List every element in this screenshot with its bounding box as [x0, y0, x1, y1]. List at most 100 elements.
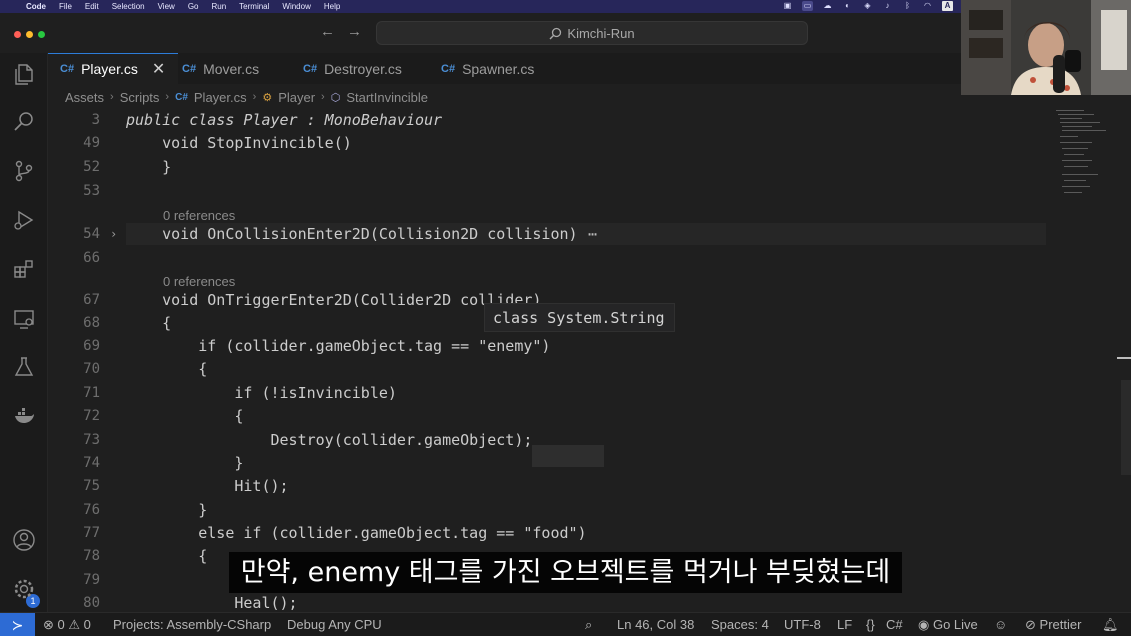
- csharp-file-icon: C#: [441, 62, 456, 75]
- code-text: if (!isInvincible): [126, 384, 397, 402]
- tab-player-cs[interactable]: C# Player.cs ✕: [48, 53, 178, 84]
- location-icon[interactable]: ◈: [862, 1, 873, 11]
- vertical-scrollbar[interactable]: [1121, 380, 1131, 475]
- input-source-indicator[interactable]: A: [942, 1, 953, 11]
- tab-label: Destroyer.cs: [324, 60, 402, 77]
- close-window-button[interactable]: [14, 31, 21, 38]
- codelens-label[interactable]: 0 references: [163, 208, 235, 223]
- explorer-icon[interactable]: [12, 62, 36, 86]
- prettier-button[interactable]: ⊘ Prettier: [1025, 617, 1081, 633]
- code-line[interactable]: 75 Hit();: [48, 475, 1048, 497]
- code-line[interactable]: 70 {: [48, 358, 1048, 380]
- menu-file[interactable]: File: [59, 2, 72, 11]
- forward-arrow-icon[interactable]: →: [347, 23, 362, 40]
- line-number: 79: [83, 572, 100, 588]
- menu-code[interactable]: Code: [26, 2, 46, 11]
- build-config-indicator[interactable]: Debug Any CPU: [287, 617, 382, 632]
- code-line[interactable]: 69 if (collider.gameObject.tag == "enemy…: [48, 335, 1048, 357]
- fold-chevron-icon[interactable]: ›: [110, 227, 117, 241]
- golive-button[interactable]: ◉ Go Live: [918, 617, 978, 633]
- back-arrow-icon[interactable]: ←: [320, 23, 335, 40]
- account-icon[interactable]: [12, 528, 36, 552]
- prettier-label: Prettier: [1039, 617, 1082, 632]
- method-cube-icon: ⬡: [330, 91, 341, 104]
- search-icon[interactable]: [12, 110, 36, 134]
- tab-mover-cs[interactable]: C# Mover.cs: [181, 53, 259, 84]
- chevron-right-icon: ›: [321, 91, 325, 103]
- encoding-indicator[interactable]: UTF-8: [784, 617, 821, 632]
- class-icon: ⚙: [262, 91, 273, 104]
- braces-icon: {}: [866, 617, 875, 632]
- code-line[interactable]: 76 }: [48, 499, 1048, 521]
- project-indicator[interactable]: Projects: Assembly-CSharp: [113, 617, 271, 632]
- code-line[interactable]: 3 public class Player : MonoBehaviour: [48, 109, 1048, 131]
- apple-icon[interactable]: [10, 2, 20, 12]
- code-line[interactable]: 72 {: [48, 405, 1048, 427]
- code-text: Destroy(collider.gameObject);: [126, 431, 533, 449]
- line-number: 53: [83, 183, 100, 199]
- code-line[interactable]: 54 › void OnCollisionEnter2D(Collision2D …: [48, 223, 1048, 245]
- tab-spawner-cs[interactable]: C# Spawner.cs: [441, 53, 534, 84]
- code-line[interactable]: 52 }: [48, 156, 1048, 178]
- broadcast-icon: ◉: [918, 617, 930, 632]
- copilot-icon[interactable]: ☺: [994, 617, 1007, 632]
- menu-edit[interactable]: Edit: [85, 2, 99, 11]
- display-icon[interactable]: ▭: [802, 1, 813, 11]
- docker-icon[interactable]: [12, 404, 36, 428]
- menu-view[interactable]: View: [158, 2, 175, 11]
- code-text: Heal();: [126, 594, 298, 612]
- menu-help[interactable]: Help: [324, 2, 340, 11]
- code-editor[interactable]: 3 public class Player : MonoBehaviour 49 v…: [48, 108, 1131, 612]
- code-line[interactable]: 74 }: [48, 452, 1048, 474]
- tab-label: Mover.cs: [203, 60, 260, 77]
- code-line[interactable]: 71 if (!isInvincible): [48, 382, 1048, 404]
- zoom-icon[interactable]: ⌕: [585, 617, 592, 633]
- menu-terminal[interactable]: Terminal: [239, 2, 269, 11]
- codelens-label[interactable]: 0 references: [163, 274, 235, 289]
- screen-record-icon[interactable]: ▣: [782, 1, 793, 11]
- run-debug-icon[interactable]: [12, 208, 36, 232]
- cursor-position[interactable]: Ln 46, Col 38: [617, 617, 694, 632]
- testing-icon[interactable]: [12, 355, 36, 379]
- code-line[interactable]: 77 else if (collider.gameObject.tag == "…: [48, 522, 1048, 544]
- close-icon[interactable]: ✕: [152, 59, 165, 79]
- eol-indicator[interactable]: LF: [837, 617, 852, 632]
- code-line[interactable]: 73 Destroy(collider.gameObject);: [48, 429, 1048, 451]
- command-center-search[interactable]: Kimchi-Run: [376, 21, 808, 45]
- source-control-icon[interactable]: [12, 159, 36, 183]
- menu-go[interactable]: Go: [188, 2, 199, 11]
- settings-gear-icon[interactable]: [12, 577, 36, 601]
- menu-run[interactable]: Run: [211, 2, 226, 11]
- zoom-window-button[interactable]: [38, 31, 45, 38]
- tab-label: Player.cs: [81, 61, 138, 77]
- breadcrumb-class[interactable]: Player: [278, 90, 315, 105]
- cloud-icon[interactable]: ☁: [822, 1, 833, 11]
- indentation-indicator[interactable]: Spaces: 4: [711, 617, 769, 632]
- problems-indicator[interactable]: ⊗ 0 ⚠ 0: [43, 617, 91, 633]
- breadcrumb-scripts[interactable]: Scripts: [120, 90, 160, 105]
- language-mode[interactable]: C#: [886, 617, 903, 632]
- remote-indicator-icon[interactable]: ≻: [0, 613, 35, 636]
- code-line[interactable]: 66: [48, 247, 1048, 269]
- breadcrumb-assets[interactable]: Assets: [65, 90, 104, 105]
- volume-icon[interactable]: ♪: [882, 1, 893, 11]
- folded-ellipsis-marker[interactable]: ⋯: [588, 225, 597, 243]
- notifications-bell-icon[interactable]: 🔔︎: [1102, 617, 1119, 633]
- extensions-icon[interactable]: [12, 257, 36, 281]
- breadcrumb-method[interactable]: StartInvincible: [346, 90, 428, 105]
- remote-explorer-icon[interactable]: [12, 307, 36, 331]
- breadcrumb-file[interactable]: Player.cs: [194, 90, 247, 105]
- code-line[interactable]: 49 void StopInvincible(): [48, 132, 1048, 154]
- tab-destroyer-cs[interactable]: C# Destroyer.cs: [303, 53, 402, 84]
- menu-selection[interactable]: Selection: [112, 2, 145, 11]
- error-count: 0: [57, 617, 65, 632]
- minimap[interactable]: [1052, 108, 1112, 208]
- code-line[interactable]: 80 Heal();: [48, 592, 1048, 614]
- bluetooth-icon[interactable]: ᛒ: [902, 1, 913, 11]
- line-number: 77: [83, 525, 100, 541]
- menu-window[interactable]: Window: [282, 2, 310, 11]
- code-line[interactable]: 53: [48, 180, 1048, 202]
- g-icon[interactable]: ◐: [842, 1, 853, 11]
- wifi-icon[interactable]: ◠: [922, 1, 933, 11]
- minimize-window-button[interactable]: [26, 31, 33, 38]
